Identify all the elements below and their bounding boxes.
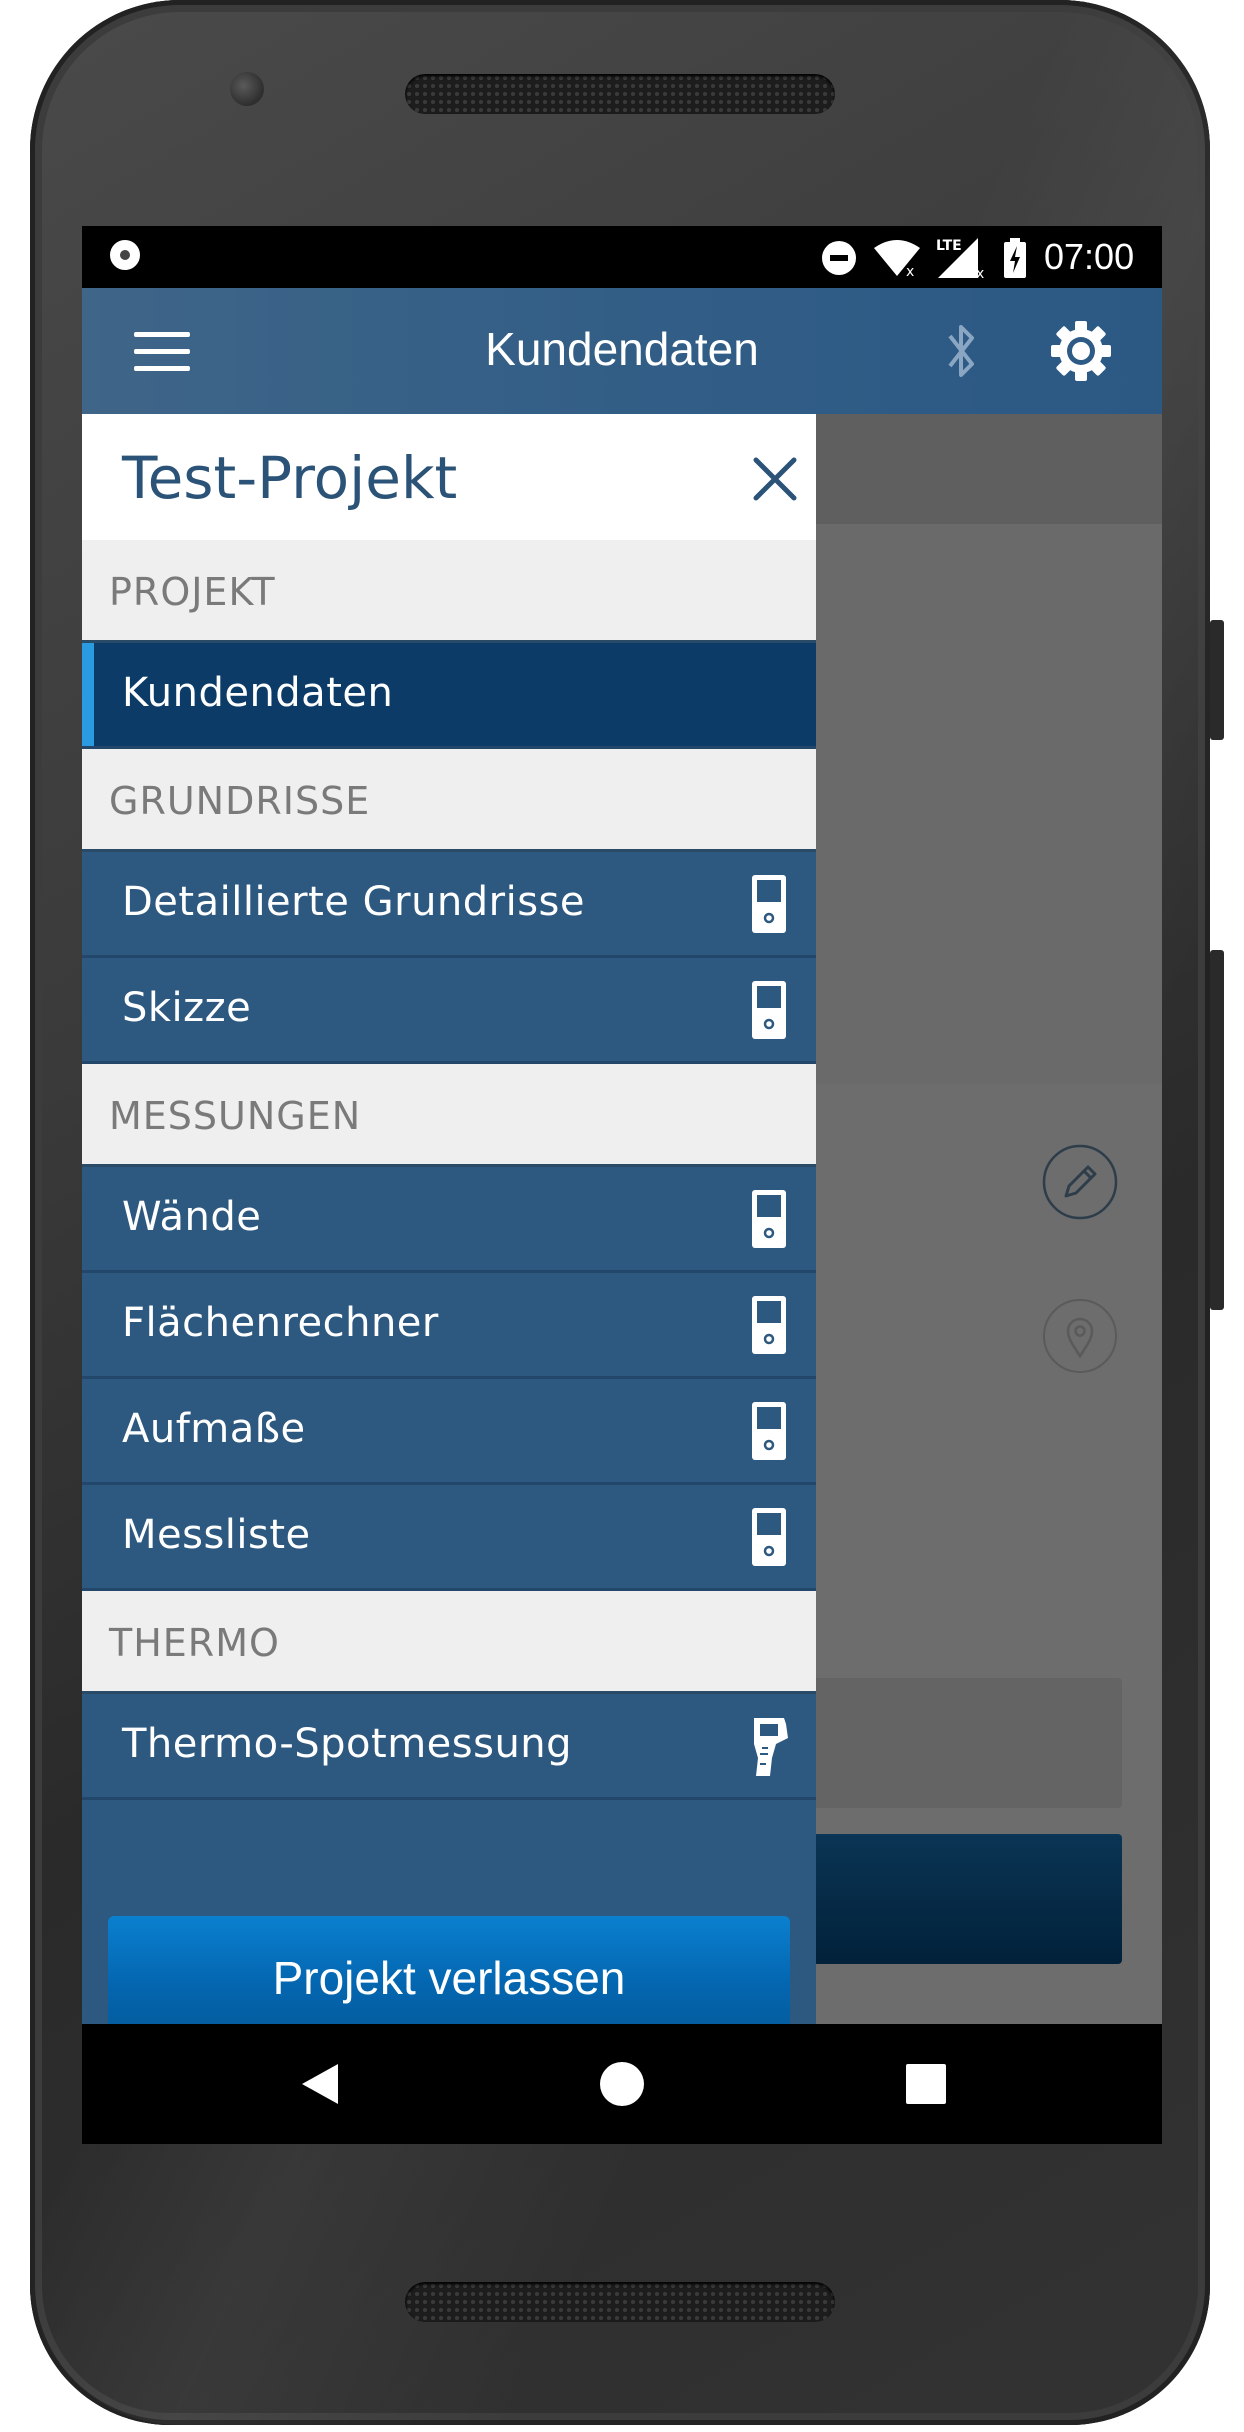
back-icon[interactable] [298,2062,340,2106]
edit-pencil-icon [1042,1144,1118,1220]
app-title: Kundendaten [485,323,759,375]
drawer-item-messliste[interactable]: Messliste [82,1485,816,1591]
drawer-item-skizze[interactable]: Skizze [82,958,816,1064]
laser-device-icon [752,1190,786,1248]
record-icon [110,240,140,270]
section-header-projekt: PROJEKT [82,540,816,643]
laser-device-icon [752,1296,786,1354]
laser-device-icon [752,1508,786,1566]
drawer-footer: Projekt verlassen [82,1882,816,2040]
navigation-drawer: Test-Projekt PROJEKT Kundendaten GRUNDRI… [82,414,816,2040]
status-time: 07:00 [1044,236,1135,277]
network-type-label: LTE [936,238,962,254]
earpiece-speaker [405,74,835,114]
svg-text:x: x [976,266,984,280]
app-bar: Kundendaten [82,288,1162,414]
battery-icon [1004,238,1026,278]
volume-button [1210,950,1224,1310]
wifi-icon: x [874,240,920,278]
close-icon[interactable] [752,456,798,502]
drawer-item-label: Detaillierte Grundrisse [122,879,586,925]
project-title: Test-Projekt [122,444,458,512]
status-bar: x LTE x 07:00 [82,226,1162,288]
drawer-item-flaechenrechner[interactable]: Flächenrechner [82,1273,816,1379]
drawer-item-kundendaten[interactable]: Kundendaten [82,643,816,749]
laser-device-icon [752,875,786,933]
background-input-field [782,1678,1122,1808]
section-header-grundrisse: GRUNDRISSE [82,749,816,852]
drawer-item-label: Flächenrechner [122,1300,439,1346]
section-title: PROJEKT [109,570,276,614]
drawer-item-label: Skizze [122,985,252,1031]
section-header-thermo: THERMO [82,1591,816,1694]
drawer-item-label: Thermo-Spotmessung [122,1721,573,1767]
drawer-header: Test-Projekt [82,414,816,540]
recent-apps-icon[interactable] [906,2064,946,2104]
cell-signal-icon: LTE x [936,238,984,280]
settings-gear-icon[interactable] [1050,320,1112,382]
do-not-disturb-icon [822,241,856,275]
svg-text:x: x [906,264,914,278]
home-icon[interactable] [600,2062,644,2106]
drawer-item-detaillierte-grundrisse[interactable]: Detaillierte Grundrisse [82,852,816,958]
screen: x LTE x 07:00 Kundendaten Test-Projekt P… [82,226,1162,2144]
section-title: THERMO [109,1621,280,1665]
drawer-item-label: Wände [122,1194,262,1240]
drawer-item-aufmasse[interactable]: Aufmaße [82,1379,816,1485]
leave-project-button[interactable]: Projekt verlassen [108,1916,790,2040]
section-header-messungen: MESSUNGEN [82,1064,816,1167]
thermo-device-icon [754,1718,788,1776]
drawer-item-label: Aufmaße [122,1406,306,1452]
location-pin-icon [1043,1299,1117,1373]
section-title: MESSUNGEN [109,1094,362,1138]
bluetooth-icon[interactable] [940,318,984,384]
drawer-item-label: Kundendaten [122,670,394,716]
system-navigation-bar [82,2024,1162,2144]
laser-device-icon [752,1402,786,1460]
drawer-item-thermo-spotmessung[interactable]: Thermo-Spotmessung [82,1694,816,1800]
bottom-speaker [405,2282,835,2322]
laser-device-icon [752,981,786,1039]
power-button [1210,620,1224,740]
background-button [782,1834,1122,1964]
drawer-item-waende[interactable]: Wände [82,1167,816,1273]
section-title: GRUNDRISSE [109,779,371,823]
drawer-item-label: Messliste [122,1512,311,1558]
front-camera [230,72,264,106]
